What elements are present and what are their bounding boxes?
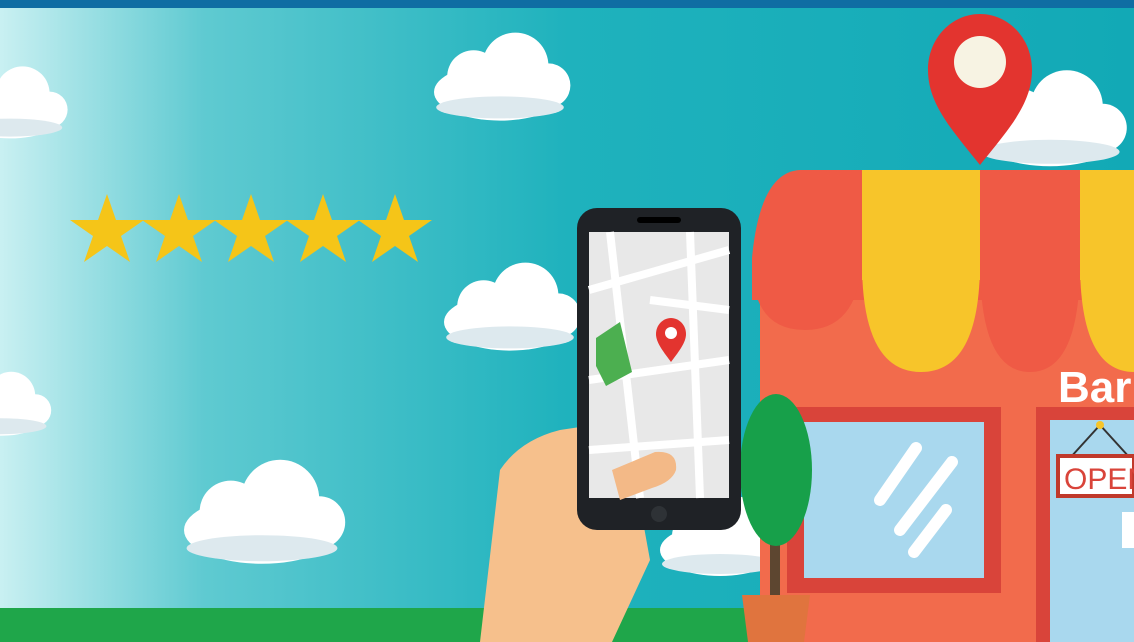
phone-home-button: [651, 506, 667, 522]
plant: [740, 394, 812, 546]
open-sign-text: OPEN: [1064, 463, 1134, 496]
top-bar: [0, 0, 1134, 8]
scene-svg: Bar OPEN: [0, 8, 1134, 642]
shop-sign-text: Bar: [1058, 363, 1131, 412]
plant-pot: [742, 595, 810, 642]
storefront: Bar OPEN: [740, 170, 1134, 642]
local-business-illustration: Bar OPEN: [0, 0, 1134, 642]
